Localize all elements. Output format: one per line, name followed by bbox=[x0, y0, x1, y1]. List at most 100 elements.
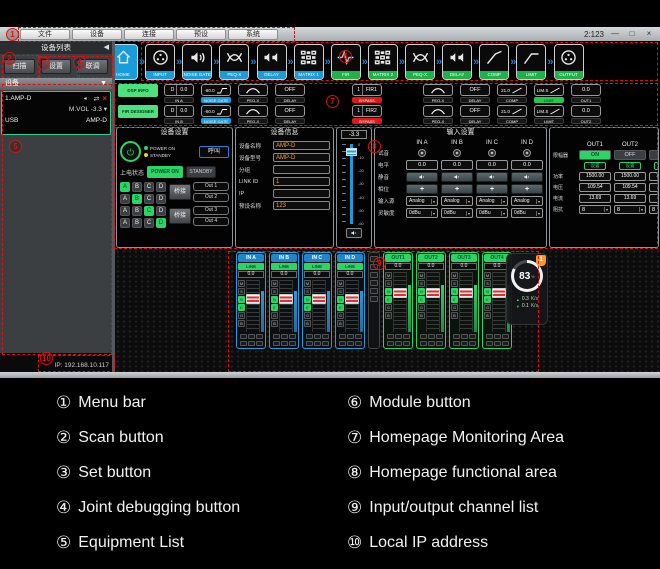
sensitivity-select[interactable]: 0dBu▾ bbox=[441, 208, 473, 218]
strip-mini-button[interactable]: G bbox=[337, 312, 344, 319]
channel-value[interactable]: 0.0 bbox=[271, 271, 297, 278]
strip-mini-button[interactable]: S bbox=[238, 288, 245, 295]
strip-mini-button[interactable]: M bbox=[385, 272, 392, 279]
strip-mini-button[interactable]: B bbox=[304, 320, 311, 327]
monitor-cell-out2[interactable]: 0.0OUT2 bbox=[571, 105, 601, 124]
strip-button[interactable] bbox=[428, 341, 435, 346]
bridge-button[interactable]: 桥接 bbox=[169, 184, 191, 200]
strip-button[interactable] bbox=[486, 341, 493, 346]
strip-button[interactable] bbox=[289, 341, 296, 346]
strip-mini-button[interactable]: S bbox=[418, 280, 425, 287]
line-button[interactable]: LINE bbox=[304, 263, 330, 270]
phase-button[interactable]: + bbox=[476, 184, 508, 194]
strip-button[interactable] bbox=[403, 334, 410, 339]
strip-button[interactable] bbox=[281, 341, 288, 346]
strip-mini-button[interactable]: E bbox=[238, 304, 245, 311]
strip-button[interactable] bbox=[306, 341, 313, 346]
monitor-cell-comp[interactable]: 21.0COMP bbox=[497, 84, 527, 103]
strip-mini-button[interactable]: S bbox=[484, 280, 491, 287]
channel-fader[interactable]: MSNEGB bbox=[238, 279, 264, 333]
strip-mini-button[interactable]: M bbox=[238, 280, 245, 287]
strip-button[interactable] bbox=[461, 334, 468, 339]
module-comp[interactable]: COMP bbox=[479, 44, 509, 80]
matrix-btn-b2[interactable]: B bbox=[132, 206, 142, 216]
strip-button[interactable] bbox=[403, 341, 410, 346]
strip-mini-button[interactable]: N bbox=[304, 296, 311, 303]
strip-button[interactable] bbox=[494, 341, 501, 346]
maximize-icon[interactable]: □ bbox=[626, 29, 638, 39]
strip-button[interactable] bbox=[486, 334, 493, 339]
minimize-icon[interactable]: — bbox=[609, 29, 621, 39]
strip-mini-button[interactable]: B bbox=[337, 320, 344, 327]
strip-mini-button[interactable]: N bbox=[385, 288, 392, 295]
set-button[interactable]: 设置 bbox=[619, 162, 641, 170]
strip-mini-button[interactable]: N bbox=[238, 296, 245, 303]
monitor-cell-noise-gate[interactable]: -60.0NOISE GATE bbox=[201, 84, 231, 103]
line-button[interactable]: LINE bbox=[337, 263, 363, 270]
sensitivity-select[interactable]: 0dBu▾ bbox=[511, 208, 543, 218]
info-value[interactable]: 123 bbox=[273, 201, 330, 210]
strip-button[interactable] bbox=[355, 334, 362, 339]
set-button[interactable]: 设置 bbox=[584, 162, 606, 170]
channel-fader[interactable]: MSNEGB bbox=[304, 279, 330, 333]
menu-item-3[interactable]: 预设 bbox=[176, 29, 226, 40]
channel-fader[interactable]: MSNEGB bbox=[385, 271, 411, 333]
collapsed-strip[interactable] bbox=[368, 252, 380, 349]
fader-handle[interactable] bbox=[346, 148, 357, 156]
master-fader[interactable]: 0-10-20-30-40-50-60 bbox=[337, 141, 371, 227]
line-button[interactable]: LINE bbox=[271, 263, 297, 270]
module-matrix-2[interactable]: MATRIX 2 bbox=[368, 44, 398, 80]
limiter-state-out2[interactable]: OFF bbox=[614, 150, 646, 160]
fader-handle[interactable] bbox=[345, 294, 359, 304]
strip-mini-button[interactable]: M bbox=[271, 280, 278, 287]
device-list-item[interactable]: 1.AMP-D ⇄ × M.VOL -3.3 ▾ USB AMP-D bbox=[1, 91, 111, 135]
strip-button[interactable] bbox=[453, 334, 460, 339]
strip-mini-button[interactable]: S bbox=[451, 280, 458, 287]
close-icon[interactable]: × bbox=[643, 29, 655, 39]
channel-strip-out3[interactable]: OUT30.0MSNEGB bbox=[449, 252, 479, 349]
fader-handle[interactable] bbox=[393, 288, 407, 298]
matrix-btn-b3[interactable]: B bbox=[132, 218, 142, 228]
strip-mini-button[interactable]: G bbox=[451, 304, 458, 311]
sensitivity-select[interactable]: 0dBu▾ bbox=[476, 208, 508, 218]
master-mute-button[interactable] bbox=[346, 228, 362, 238]
strip-button[interactable] bbox=[428, 334, 435, 339]
channel-value[interactable]: 0.0 bbox=[238, 271, 264, 278]
channel-value[interactable]: 0.0 bbox=[304, 271, 330, 278]
strip-mini-button[interactable]: M bbox=[418, 272, 425, 279]
monitor-cell-limit[interactable]: LIM.SLIMIT bbox=[534, 105, 564, 124]
strip-mini-button[interactable]: S bbox=[304, 288, 311, 295]
collapsed-strip-button[interactable] bbox=[370, 272, 378, 278]
strip-button[interactable] bbox=[322, 334, 329, 339]
monitor-cell-in-a[interactable]: D0.0IN A bbox=[164, 84, 194, 103]
master-fader-value[interactable]: -3.3 bbox=[341, 130, 367, 139]
strip-mini-button[interactable]: N bbox=[484, 288, 491, 295]
bridge-button[interactable]: 桥接 bbox=[169, 208, 191, 224]
monitor-cell-noise-gate[interactable]: -60.0NOISE GATE bbox=[201, 105, 231, 124]
matrix-btn-a1[interactable]: A bbox=[120, 194, 130, 204]
strip-button[interactable] bbox=[339, 341, 346, 346]
strip-mini-button[interactable]: E bbox=[337, 304, 344, 311]
strip-mini-button[interactable]: N bbox=[451, 288, 458, 295]
info-value[interactable]: 1 bbox=[273, 177, 330, 186]
matrix-btn-b1[interactable]: B bbox=[132, 194, 142, 204]
strip-button[interactable] bbox=[273, 334, 280, 339]
remove-device-icon[interactable]: × bbox=[102, 94, 107, 103]
monitor-cell-bypass[interactable]: 1FIR2BYPASS bbox=[352, 105, 382, 124]
fader-handle[interactable] bbox=[426, 288, 440, 298]
strip-mini-button[interactable]: E bbox=[271, 304, 278, 311]
info-value[interactable] bbox=[273, 189, 330, 198]
test-tone-indicator[interactable] bbox=[406, 148, 438, 158]
fader-handle[interactable] bbox=[459, 288, 473, 298]
matrix-btn-c0[interactable]: C bbox=[144, 182, 154, 192]
strip-button[interactable] bbox=[256, 334, 263, 339]
strip-mini-button[interactable]: E bbox=[451, 296, 458, 303]
level-value[interactable]: 0.0 bbox=[511, 160, 543, 170]
strip-button[interactable] bbox=[314, 341, 321, 346]
matrix-btn-c3[interactable]: C bbox=[144, 218, 154, 228]
monitor-cell-in-b[interactable]: D0.0IN B bbox=[164, 105, 194, 124]
channel-value[interactable]: 0.0 bbox=[451, 263, 477, 270]
level-value[interactable]: 0.0 bbox=[476, 160, 508, 170]
monitor-cell-peq-x[interactable]: PEQ-X bbox=[238, 105, 268, 124]
strip-button[interactable] bbox=[306, 334, 313, 339]
